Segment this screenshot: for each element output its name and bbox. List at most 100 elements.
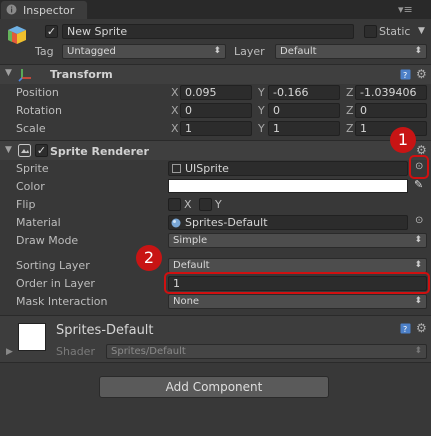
draw-mode-value: Simple	[173, 235, 208, 246]
sorting-layer-value: Default	[173, 260, 210, 271]
svg-text:?: ?	[403, 325, 407, 334]
static-dropdown-arrow-icon[interactable]: ▼	[418, 26, 425, 36]
material-label: Material	[16, 216, 61, 229]
material-preview-thumbnail	[18, 323, 46, 351]
object-name-text: New Sprite	[67, 25, 128, 38]
foldout-arrow-icon[interactable]: ▼	[5, 145, 12, 155]
add-component-button[interactable]: Add Component	[99, 376, 329, 398]
axis-y-label: Y	[258, 86, 265, 99]
layer-dropdown[interactable]: Default ⬍	[275, 44, 427, 59]
position-z-value: -1.039406	[360, 86, 417, 99]
sprite-object-field[interactable]: UISprite	[168, 161, 408, 176]
foldout-arrow-icon[interactable]: ▶	[6, 347, 13, 357]
foldout-arrow-icon[interactable]: ▼	[5, 68, 12, 78]
mask-interaction-value: None	[173, 296, 200, 307]
material-object-field[interactable]: Sprites-Default	[168, 215, 408, 230]
scale-z-value: 1	[360, 122, 367, 135]
settings-gear-icon[interactable]: ⚙	[416, 321, 427, 335]
rotation-z-input[interactable]: 0	[355, 103, 427, 118]
tab-inspector-label: Inspector	[23, 4, 75, 17]
flip-x-checkbox[interactable]	[168, 198, 181, 211]
transform-icon	[18, 69, 31, 82]
material-value: Sprites-Default	[185, 216, 268, 229]
annotation-highlight-1	[409, 155, 429, 179]
chevron-updown-icon: ⬍	[414, 235, 422, 245]
position-z-input[interactable]: -1.039406	[355, 85, 427, 100]
sprite-asset-icon	[172, 164, 181, 173]
axis-y-label: Y	[258, 122, 265, 135]
chevron-updown-icon: ⬍	[213, 46, 221, 56]
draw-mode-label: Draw Mode	[16, 234, 79, 247]
sprite-renderer-title: Sprite Renderer	[50, 145, 149, 158]
shader-dropdown[interactable]: Sprites/Default ⬍	[106, 344, 427, 359]
scale-x-input[interactable]: 1	[180, 121, 252, 136]
scale-label: Scale	[16, 122, 46, 135]
settings-gear-icon[interactable]: ⚙	[416, 67, 427, 81]
chevron-updown-icon: ⬍	[414, 296, 422, 306]
annotation-badge-2: 2	[136, 245, 162, 271]
scale-x-value: 1	[185, 122, 192, 135]
chevron-updown-icon: ⬍	[414, 346, 422, 356]
axis-x-label: X	[171, 122, 179, 135]
object-picker-icon[interactable]: ⊙	[415, 215, 423, 226]
chevron-updown-icon: ⬍	[414, 46, 422, 56]
help-book-icon[interactable]: ?	[400, 323, 411, 334]
rotation-y-input[interactable]: 0	[268, 103, 340, 118]
annotation-highlight-2	[164, 272, 430, 294]
transform-title: Transform	[50, 68, 113, 81]
position-y-input[interactable]: -0.166	[268, 85, 340, 100]
sprite-label: Sprite	[16, 162, 49, 175]
material-panel-name: Sprites-Default	[56, 323, 154, 338]
sprite-value: UISprite	[185, 162, 229, 175]
chevron-updown-icon: ⬍	[414, 260, 422, 270]
color-swatch[interactable]	[168, 179, 408, 193]
static-checkbox[interactable]	[364, 25, 377, 38]
sorting-layer-label: Sorting Layer	[16, 259, 90, 272]
position-x-value: 0.095	[185, 86, 217, 99]
scale-y-value: 1	[273, 122, 280, 135]
gameobject-cube-icon	[8, 26, 26, 44]
rotation-label: Rotation	[16, 104, 63, 117]
axis-x-label: X	[171, 86, 179, 99]
position-x-input[interactable]: 0.095	[180, 85, 252, 100]
axis-y-label: Y	[258, 104, 265, 117]
rotation-x-value: 0	[185, 104, 192, 117]
sprite-renderer-enabled-checkbox[interactable]: ✓	[35, 144, 48, 157]
eyedropper-icon[interactable]: ✎	[414, 178, 423, 191]
tag-value: Untagged	[67, 46, 116, 57]
axis-x-label: X	[171, 104, 179, 117]
layer-value: Default	[280, 46, 317, 57]
sprite-renderer-icon	[18, 144, 31, 157]
shader-value: Sprites/Default	[111, 346, 186, 357]
active-checkbox[interactable]: ✓	[45, 25, 58, 38]
color-label: Color	[16, 180, 45, 193]
rotation-y-value: 0	[273, 104, 280, 117]
help-book-icon[interactable]: ?	[400, 69, 411, 80]
material-sphere-icon	[171, 218, 181, 228]
position-label: Position	[16, 86, 59, 99]
info-icon	[6, 4, 17, 15]
layer-label: Layer	[234, 45, 265, 58]
axis-z-label: Z	[346, 86, 354, 99]
flip-y-label: Y	[215, 198, 222, 211]
window-menu-icon[interactable]: ▾≡	[398, 3, 413, 16]
position-y-value: -0.166	[273, 86, 309, 99]
flip-x-label: X	[184, 198, 192, 211]
sorting-layer-dropdown[interactable]: Default ⬍	[168, 258, 427, 273]
axis-z-label: Z	[346, 104, 354, 117]
flip-y-checkbox[interactable]	[199, 198, 212, 211]
rotation-x-input[interactable]: 0	[180, 103, 252, 118]
add-component-label: Add Component	[165, 380, 263, 394]
flip-label: Flip	[16, 198, 36, 211]
order-in-layer-label: Order in Layer	[16, 277, 95, 290]
svg-text:?: ?	[403, 71, 407, 80]
tag-label: Tag	[35, 45, 54, 58]
object-name-input[interactable]: New Sprite	[62, 24, 354, 39]
scale-y-input[interactable]: 1	[268, 121, 340, 136]
rotation-z-value: 0	[360, 104, 367, 117]
draw-mode-dropdown[interactable]: Simple ⬍	[168, 233, 427, 248]
mask-interaction-dropdown[interactable]: None ⬍	[168, 294, 427, 309]
static-label: Static	[379, 25, 411, 38]
tag-dropdown[interactable]: Untagged ⬍	[62, 44, 226, 59]
shader-label: Shader	[56, 345, 95, 358]
